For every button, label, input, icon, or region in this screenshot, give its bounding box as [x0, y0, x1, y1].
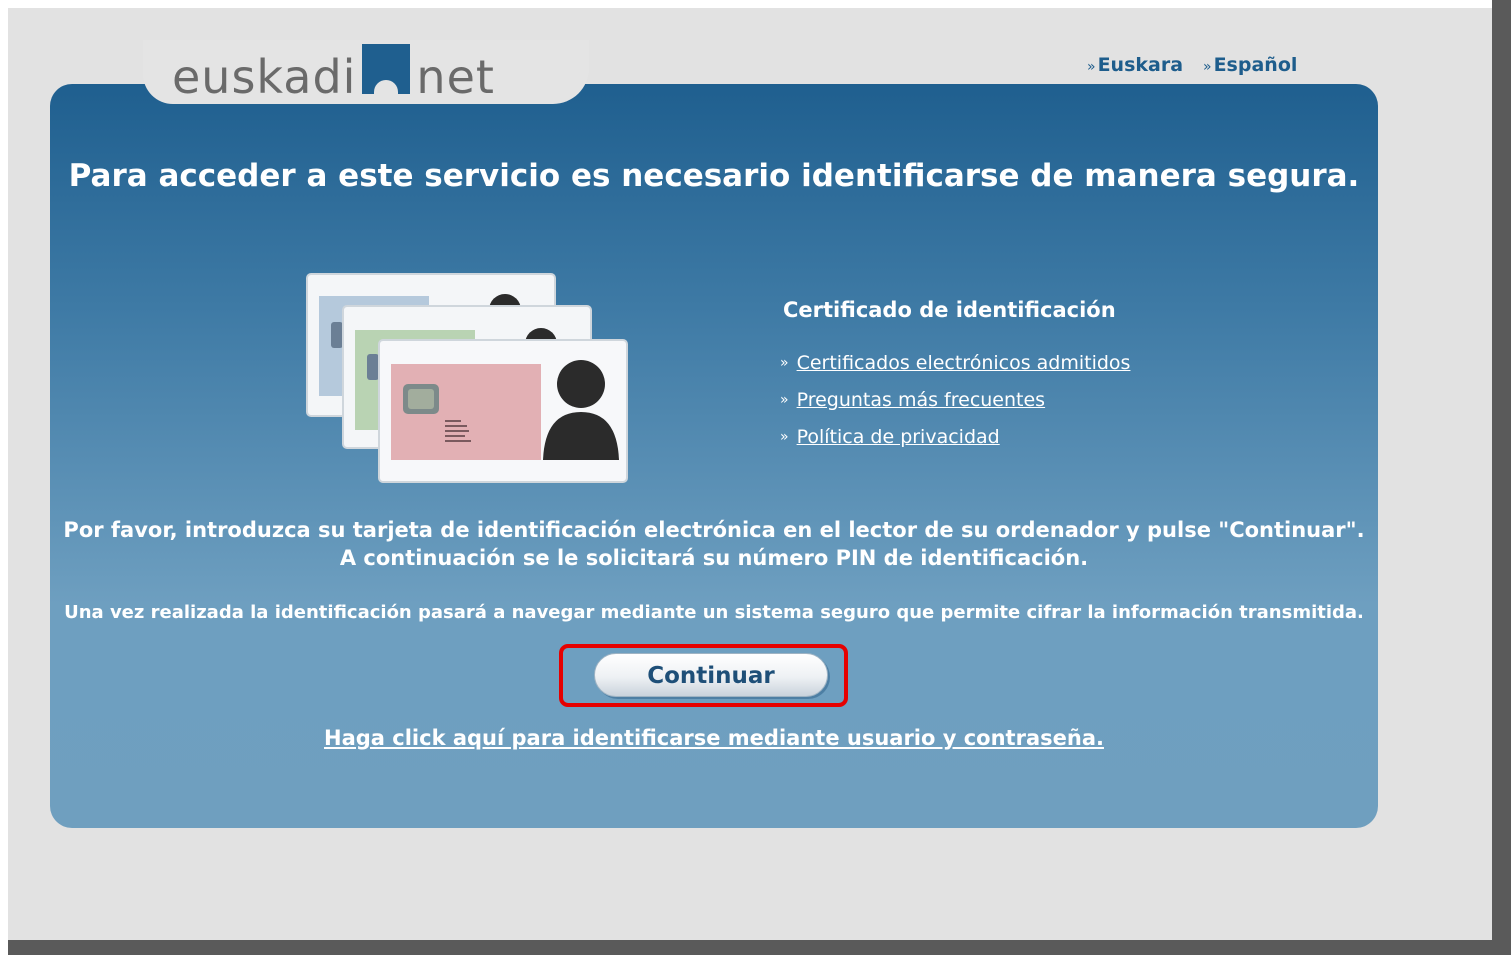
certificate-links-list: » Certificados electrónicos admitidos » Pr… — [780, 352, 1130, 463]
double-chevron-icon: » — [1203, 59, 1212, 75]
certificate-section-title: Certificado de identificación — [783, 298, 1116, 322]
list-item: » Certificados electrónicos admitidos — [780, 352, 1130, 389]
continue-button[interactable]: Continuar — [594, 653, 828, 697]
double-chevron-icon: » — [780, 355, 789, 371]
double-chevron-icon: » — [780, 429, 789, 445]
double-chevron-icon: » — [780, 392, 789, 408]
list-item: » Preguntas más frecuentes — [780, 389, 1130, 426]
login-panel — [50, 84, 1378, 828]
instructions-line-1: Por favor, introduzca su tarjeta de iden… — [63, 518, 1365, 542]
language-link-espanol[interactable]: » Español — [1203, 54, 1297, 76]
instructions-text: Por favor, introduzca su tarjeta de iden… — [50, 516, 1378, 572]
euskadi-net-logo[interactable]: euskadi net — [172, 44, 495, 100]
window-shadow-right — [1492, 0, 1511, 955]
secure-browsing-note: Una vez realizada la identificación pasa… — [64, 602, 1364, 623]
instructions-line-2: A continuación se le solicitará su númer… — [339, 546, 1089, 570]
page-title: Para acceder a este servicio es necesari… — [68, 158, 1360, 194]
logo-text-right: net — [416, 50, 495, 104]
logo-mark-icon — [362, 44, 411, 94]
logo-text-left: euskadi — [172, 50, 357, 104]
user-password-link-row: Haga click aquí para identificarse media… — [50, 726, 1378, 750]
double-chevron-icon: » — [1087, 59, 1096, 75]
language-link-euskara[interactable]: » Euskara — [1087, 54, 1183, 76]
window-shadow-bottom — [8, 940, 1511, 955]
id-cards-illustration — [306, 273, 628, 483]
list-item: » Política de privacidad — [780, 426, 1130, 463]
link-politica-privacidad[interactable]: Política de privacidad — [797, 426, 1000, 448]
link-preguntas-frecuentes[interactable]: Preguntas más frecuentes — [797, 389, 1046, 411]
link-certificados-admitidos[interactable]: Certificados electrónicos admitidos — [797, 352, 1131, 374]
user-password-login-link[interactable]: Haga click aquí para identificarse media… — [324, 726, 1104, 750]
